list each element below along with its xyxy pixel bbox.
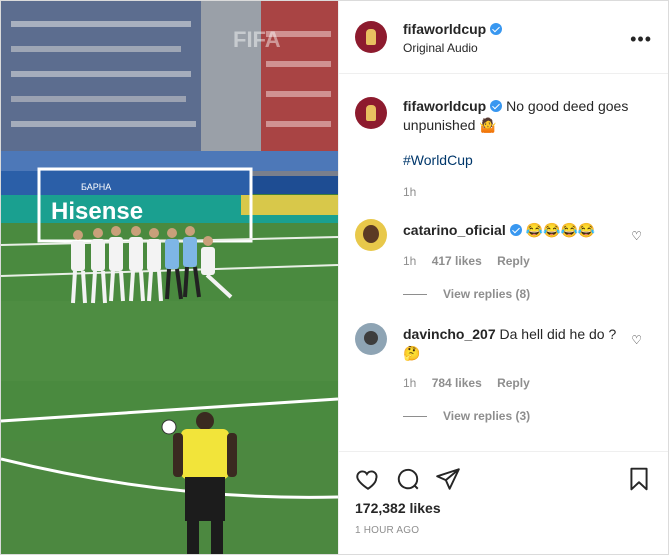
reply-button[interactable]: Reply (497, 254, 530, 268)
instagram-post: Hisense БАРНА FIFA fifaworldcup Original… (0, 0, 669, 555)
comment-username[interactable]: davincho_207 (403, 326, 496, 342)
view-replies-label: View replies (3) (443, 409, 531, 423)
caption-hashtag[interactable]: #WorldCup (403, 151, 652, 170)
ad-board-text: Hisense (51, 198, 143, 225)
comment-meta: 1h 784 likes Reply (403, 376, 652, 390)
comment-likes[interactable]: 784 likes (432, 376, 482, 390)
divider-line (403, 415, 427, 417)
avatar[interactable] (355, 21, 387, 53)
comment-meta: 1h 417 likes Reply (403, 254, 652, 268)
video-frame-illustration: Hisense БАРНА FIFA (1, 1, 338, 554)
comment-icon[interactable] (395, 466, 421, 492)
trophy-icon (366, 29, 376, 45)
post-video[interactable]: Hisense БАРНА FIFA (1, 1, 338, 554)
audio-label[interactable]: Original Audio (403, 41, 502, 55)
caption-avatar[interactable] (355, 97, 387, 129)
post-side-panel: fifaworldcup Original Audio ••• fifaworl… (338, 1, 668, 554)
verified-badge-icon (509, 224, 522, 236)
comment-text: 😂😂😂😂 (525, 222, 596, 238)
divider-line (403, 293, 427, 295)
save-bookmark-icon[interactable] (626, 466, 652, 492)
likes-count[interactable]: 172,382 likes (355, 500, 441, 516)
like-heart-icon[interactable] (355, 466, 381, 492)
verified-badge-icon (490, 23, 503, 35)
caption: fifaworldcup No good deed goes unpunishe… (403, 97, 652, 135)
comment-like-heart-icon[interactable]: ♡ (631, 333, 642, 347)
post-timestamp[interactable]: 1 HOUR AGO (355, 525, 419, 536)
post-header: fifaworldcup Original Audio ••• (339, 1, 668, 74)
face-icon (364, 331, 378, 345)
comment: davincho_207 Da hell did he do ? 🤔 (403, 325, 628, 363)
reply-button[interactable]: Reply (497, 376, 530, 390)
view-replies-label: View replies (8) (443, 287, 531, 301)
comment-time[interactable]: 1h (403, 254, 416, 268)
view-replies-button[interactable]: View replies (8) (403, 287, 652, 301)
watermark-text: FIFA (233, 27, 281, 52)
comment-time[interactable]: 1h (403, 376, 416, 390)
post-actions: 172,382 likes 1 HOUR AGO (339, 451, 668, 555)
header-username[interactable]: fifaworldcup (403, 21, 486, 37)
trophy-icon (366, 105, 376, 121)
more-options-icon[interactable]: ••• (630, 29, 652, 50)
comment-likes[interactable]: 417 likes (432, 254, 482, 268)
verified-badge-icon (490, 100, 503, 112)
comment-username[interactable]: catarino_oficial (403, 222, 506, 238)
view-replies-button[interactable]: View replies (3) (403, 409, 652, 423)
commenter-avatar[interactable] (355, 219, 387, 251)
comments-list[interactable]: fifaworldcup No good deed goes unpunishe… (339, 73, 668, 451)
caption-username[interactable]: fifaworldcup (403, 98, 486, 114)
ad-board-small-text: БАРНА (81, 182, 111, 192)
face-icon (363, 225, 379, 243)
comment: catarino_oficial 😂😂😂😂 (403, 221, 628, 240)
caption-time[interactable]: 1h (403, 185, 652, 199)
comment-like-heart-icon[interactable]: ♡ (631, 229, 642, 243)
share-icon[interactable] (435, 466, 461, 492)
commenter-avatar[interactable] (355, 323, 387, 355)
